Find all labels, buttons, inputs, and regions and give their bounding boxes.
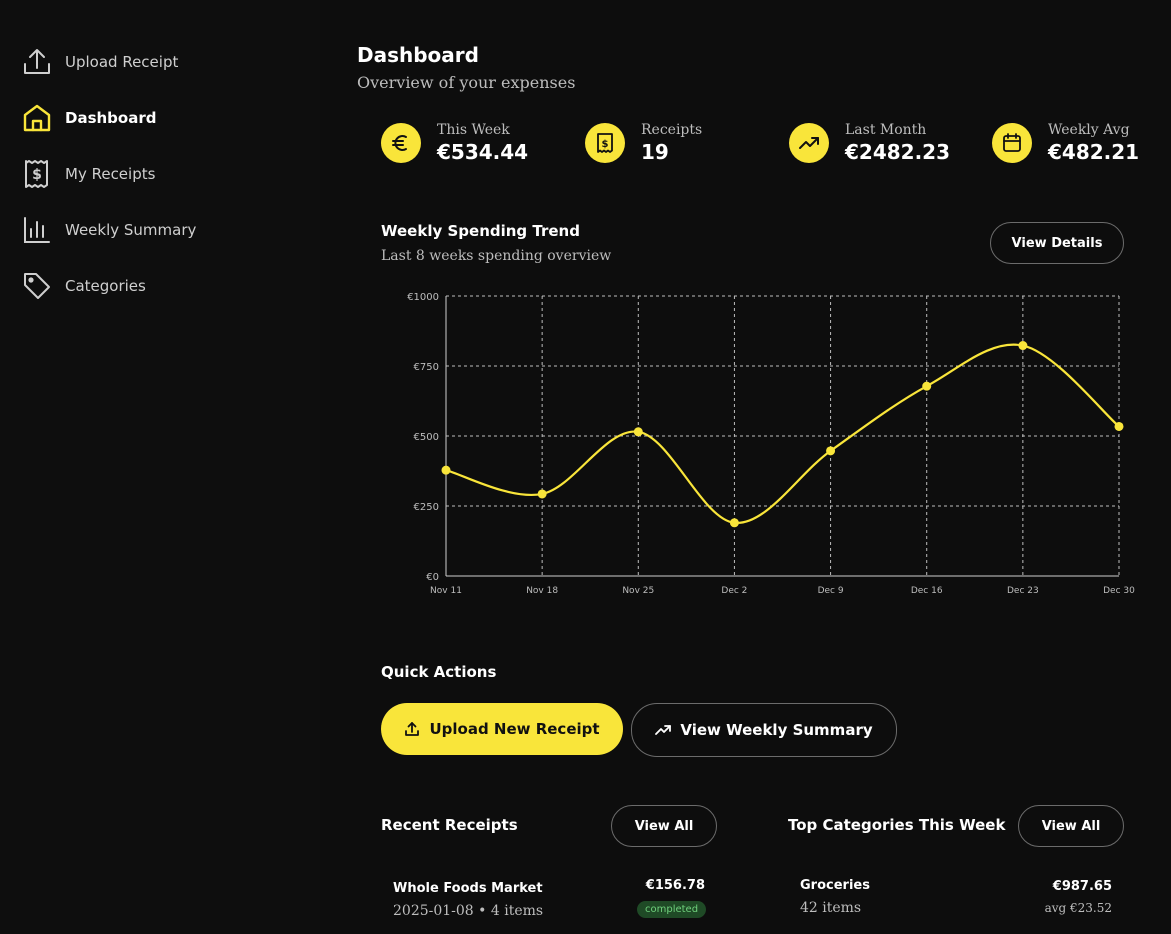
trending-up-icon — [789, 123, 829, 163]
series-line — [445, 343, 1120, 524]
top-categories-title: Top Categories This Week — [788, 816, 1006, 834]
sidebar-item-weekly-summary[interactable]: Weekly Summary — [22, 214, 196, 246]
stat-value: €2482.23 — [845, 140, 951, 164]
x-tick-label: Nov 18 — [526, 586, 558, 596]
stat-value: €534.44 — [437, 140, 529, 164]
x-tick-label: Dec 9 — [818, 586, 844, 596]
page-title: Dashboard — [357, 43, 479, 67]
chart-subtitle: Last 8 weeks spending overview — [381, 248, 612, 264]
recent-receipts-view-all-button[interactable]: View All — [611, 805, 717, 847]
category-meta: 42 items — [800, 900, 862, 916]
sidebar-item-label: My Receipts — [65, 165, 156, 183]
stat-label: Weekly Avg — [1048, 122, 1130, 138]
category-name: Groceries — [800, 878, 870, 893]
receipt-merchant: Whole Foods Market — [393, 881, 543, 896]
sidebar-item-dashboard[interactable]: Dashboard — [22, 102, 156, 134]
euro-icon — [381, 123, 421, 163]
quick-actions-title: Quick Actions — [381, 663, 497, 681]
y-tick-label: €500 — [414, 432, 439, 443]
sidebar: Upload Receipt Dashboard $ My Receipts W… — [0, 0, 320, 934]
y-tick-label: €250 — [414, 502, 439, 513]
calendar-icon — [992, 123, 1032, 163]
tag-icon — [22, 271, 52, 301]
data-point — [826, 446, 836, 456]
bar-chart-icon — [22, 215, 52, 245]
y-tick-label: €750 — [414, 362, 439, 373]
receipt-icon: $ — [585, 123, 625, 163]
stat-this-week: This Week €534.44 — [381, 122, 528, 164]
home-icon — [22, 103, 52, 133]
y-tick-label: €0 — [426, 572, 439, 583]
data-point — [633, 427, 643, 437]
y-tick-label: €1000 — [407, 292, 439, 303]
top-categories-view-all-button[interactable]: View All — [1018, 805, 1124, 847]
category-avg: avg €23.52 — [1044, 901, 1112, 915]
x-tick-label: Dec 2 — [721, 586, 747, 596]
data-point — [1018, 341, 1028, 351]
main-content: Dashboard Overview of your expenses This… — [357, 0, 1171, 934]
x-tick-label: Dec 23 — [1007, 586, 1039, 596]
recent-receipts-title: Recent Receipts — [381, 816, 518, 834]
view-weekly-summary-label: View Weekly Summary — [680, 721, 873, 739]
x-tick-label: Nov 25 — [622, 586, 654, 596]
data-point — [922, 381, 932, 391]
data-point — [441, 465, 451, 475]
view-details-button[interactable]: View Details — [990, 222, 1124, 264]
sidebar-item-label: Upload Receipt — [65, 53, 179, 71]
view-weekly-summary-button[interactable]: View Weekly Summary — [631, 703, 897, 757]
sidebar-item-label: Weekly Summary — [65, 221, 197, 239]
stat-label: Last Month — [845, 122, 927, 138]
weekly-spending-chart: €0 €250 €500 €750 €1000 Nov 11 Nov 18 Nov 25 Dec… — [407, 292, 1135, 596]
upload-icon — [404, 721, 420, 737]
upload-icon — [22, 47, 52, 77]
stat-value: €482.21 — [1048, 140, 1140, 164]
upload-new-receipt-button[interactable]: Upload New Receipt — [381, 703, 623, 755]
stat-value: 19 — [641, 140, 669, 164]
svg-text:$: $ — [32, 167, 42, 183]
stat-label: This Week — [437, 122, 510, 138]
stat-last-month: Last Month €2482.23 — [789, 122, 950, 164]
receipt-amount: €156.78 — [645, 878, 705, 893]
stat-receipts: $ Receipts 19 — [585, 122, 702, 164]
svg-text:$: $ — [602, 139, 609, 150]
page-subtitle: Overview of your expenses — [357, 73, 576, 92]
sidebar-item-label: Dashboard — [65, 109, 157, 127]
stat-label: Receipts — [641, 122, 703, 138]
sidebar-item-my-receipts[interactable]: $ My Receipts — [22, 158, 155, 190]
status-badge: completed — [637, 901, 707, 918]
category-amount: €987.65 — [1052, 879, 1112, 894]
stat-weekly-avg: Weekly Avg €482.21 — [992, 122, 1139, 164]
sidebar-item-label: Categories — [65, 277, 146, 295]
receipt-icon: $ — [22, 159, 52, 189]
data-point — [729, 518, 739, 528]
x-tick-label: Nov 11 — [430, 586, 462, 596]
x-tick-label: Dec 16 — [911, 586, 943, 596]
data-point — [1114, 421, 1124, 431]
x-tick-label: Dec 30 — [1103, 586, 1135, 596]
sidebar-item-upload-receipt[interactable]: Upload Receipt — [22, 46, 178, 78]
chart-title: Weekly Spending Trend — [381, 222, 580, 240]
data-point — [537, 489, 547, 499]
receipt-meta: 2025-01-08 • 4 items — [393, 903, 544, 919]
upload-new-receipt-label: Upload New Receipt — [429, 720, 600, 738]
trending-up-icon — [655, 722, 672, 738]
sidebar-item-categories[interactable]: Categories — [22, 270, 146, 302]
